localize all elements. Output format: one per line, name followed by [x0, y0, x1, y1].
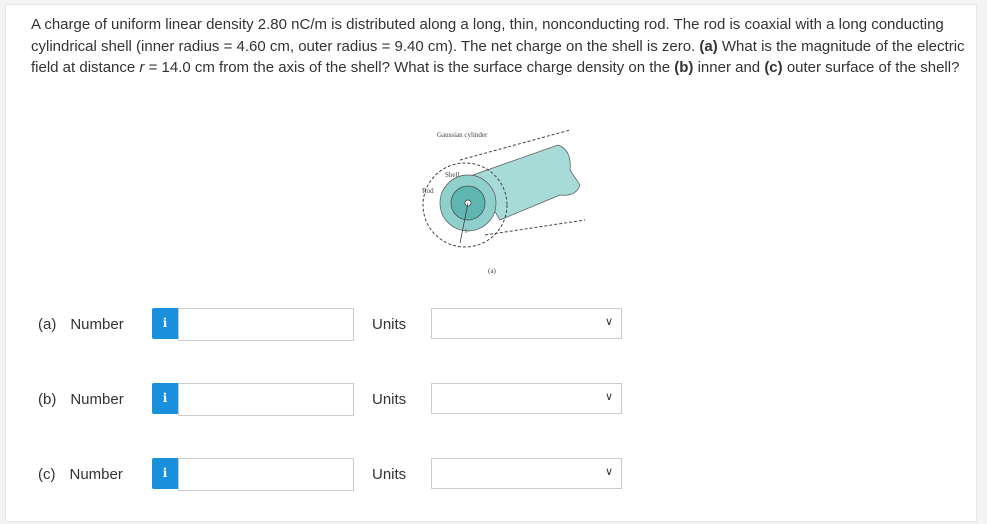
shell-label: Shell: [445, 171, 459, 179]
coaxial-figure: Gaussian cylinder Shell Rod r (a): [422, 129, 586, 275]
units-select-c[interactable]: ∨: [431, 458, 622, 489]
units-label: Units: [372, 466, 407, 483]
part-label: (a) Number: [38, 316, 124, 333]
chevron-down-icon: ∨: [604, 466, 613, 478]
info-icon[interactable]: i: [152, 308, 178, 339]
chevron-down-icon: ∨: [604, 316, 613, 328]
part-label: (c) Number: [38, 466, 123, 483]
units-select-a[interactable]: ∨: [431, 308, 622, 339]
gaussian-label: Gaussian cylinder: [437, 131, 488, 139]
units-select-b[interactable]: ∨: [431, 383, 622, 414]
units-label: Units: [372, 316, 407, 333]
question-text: A charge of uniform linear density 2.80 …: [31, 16, 965, 76]
info-icon[interactable]: i: [152, 458, 178, 489]
number-input-a[interactable]: [178, 308, 354, 341]
chevron-down-icon: ∨: [604, 391, 613, 403]
number-input-b[interactable]: [178, 383, 354, 416]
part-label: (b) Number: [38, 391, 124, 408]
info-icon[interactable]: i: [152, 383, 178, 414]
rod-label: Rod: [422, 187, 434, 195]
figure-caption: (a): [488, 267, 496, 275]
units-label: Units: [372, 391, 407, 408]
number-input-c[interactable]: [178, 458, 354, 491]
